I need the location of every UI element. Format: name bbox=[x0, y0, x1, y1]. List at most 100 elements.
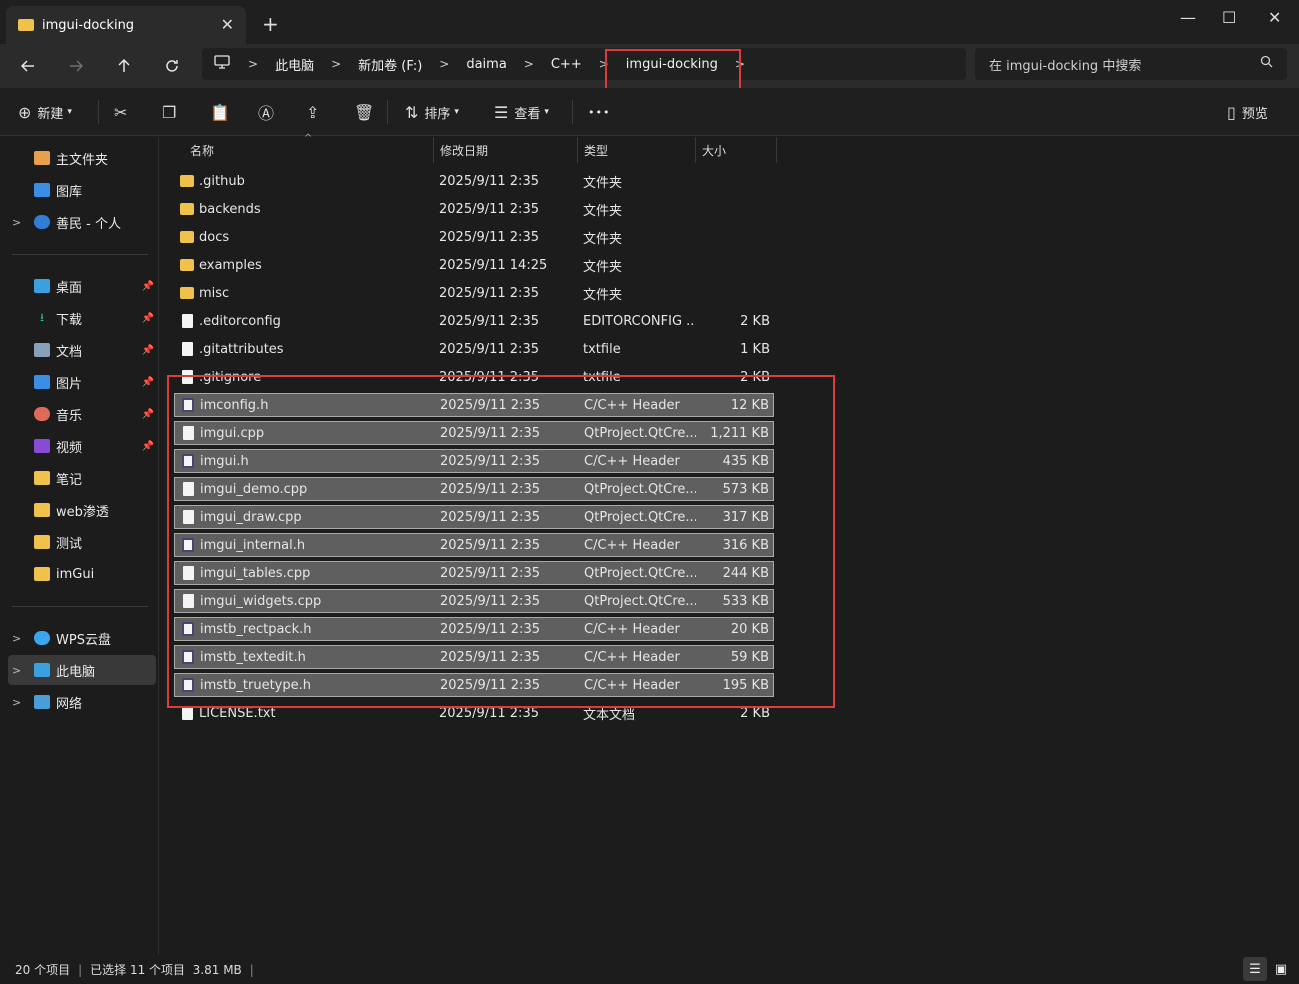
column-header-size[interactable]: 大小 bbox=[696, 137, 777, 163]
file-date: 2025/9/11 2:35 bbox=[439, 313, 539, 329]
folder-row[interactable]: .github 2025/9/11 2:35 文件夹 bbox=[174, 169, 774, 193]
chevron-right-icon[interactable]: > bbox=[12, 632, 21, 645]
preview-label: 预览 bbox=[1241, 106, 1268, 122]
tab-imgui-docking[interactable]: imgui-docking ✕ bbox=[6, 6, 246, 44]
sidebar-item-web-pentest[interactable]: web渗透 bbox=[8, 495, 156, 525]
more-options-button[interactable]: ••• bbox=[588, 100, 610, 124]
sidebar-item-notes[interactable]: 笔记 bbox=[8, 463, 156, 493]
file-name: .gitattributes bbox=[199, 341, 284, 357]
view-list-icon: ☰ bbox=[494, 102, 509, 122]
details-view-button[interactable]: ☰ bbox=[1243, 957, 1267, 981]
minimize-button[interactable]: — bbox=[1180, 8, 1196, 27]
sidebar-item-desktop[interactable]: 桌面 📌 bbox=[8, 271, 156, 301]
breadcrumb-this-pc[interactable]: 此电脑 bbox=[270, 55, 319, 74]
file-size: 2 KB bbox=[740, 313, 770, 329]
tiles-view-button[interactable]: ▣ bbox=[1269, 957, 1293, 981]
videos-icon bbox=[34, 439, 50, 453]
close-tab-icon[interactable]: ✕ bbox=[221, 15, 234, 34]
pin-icon: 📌 bbox=[141, 440, 154, 452]
folder-row[interactable]: examples 2025/9/11 14:25 文件夹 bbox=[174, 253, 774, 277]
copy-button[interactable]: ❐ bbox=[162, 100, 182, 124]
file-date: 2025/9/11 2:35 bbox=[439, 173, 539, 189]
new-tab-button[interactable]: + bbox=[262, 12, 279, 36]
sidebar-item-videos[interactable]: 视频 📌 bbox=[8, 431, 156, 461]
close-window-button[interactable]: ✕ bbox=[1268, 8, 1281, 27]
sidebar-item-label: 网络 bbox=[56, 696, 83, 712]
file-date: 2025/9/11 2:35 bbox=[439, 229, 539, 245]
back-button[interactable] bbox=[16, 54, 40, 78]
maximize-button[interactable]: ☐ bbox=[1222, 8, 1236, 27]
folder-row[interactable]: misc 2025/9/11 2:35 文件夹 bbox=[174, 281, 774, 305]
chevron-right-icon[interactable]: > bbox=[319, 57, 353, 71]
refresh-button[interactable] bbox=[160, 54, 184, 78]
file-icon bbox=[182, 342, 193, 356]
pin-icon: 📌 bbox=[141, 376, 154, 388]
sidebar-item-label: 测试 bbox=[56, 536, 83, 552]
desktop-icon bbox=[34, 279, 50, 293]
file-name: .github bbox=[199, 173, 245, 189]
new-button[interactable]: ⊕ 新建 ▾ bbox=[18, 100, 72, 124]
column-header-name[interactable]: 名称 bbox=[184, 137, 434, 163]
folder-row[interactable]: docs 2025/9/11 2:35 文件夹 bbox=[174, 225, 774, 249]
sidebar-item-imgui[interactable]: imGui bbox=[8, 559, 156, 589]
sidebar-item-documents[interactable]: 文档 📌 bbox=[8, 335, 156, 365]
file-name: .editorconfig bbox=[199, 313, 281, 329]
title-bar: imgui-docking ✕ + — ☐ ✕ bbox=[0, 0, 1299, 44]
folder-row[interactable]: backends 2025/9/11 2:35 文件夹 bbox=[174, 197, 774, 221]
breadcrumb-cpp[interactable]: C++ bbox=[546, 57, 587, 72]
sidebar-item-home[interactable]: 主文件夹 bbox=[8, 143, 156, 173]
view-button[interactable]: ☰ 查看 ▾ bbox=[494, 100, 549, 124]
delete-button[interactable]: 🗑 bbox=[354, 100, 380, 124]
sidebar-item-label: 视频 bbox=[56, 440, 83, 456]
breadcrumb-daima[interactable]: daima bbox=[461, 57, 511, 72]
preview-pane-button[interactable]: ▯ 预览 bbox=[1227, 100, 1268, 124]
file-row[interactable]: .gitattributes 2025/9/11 2:35 txtfile 1 KB bbox=[174, 337, 774, 361]
breadcrumb-drive-f[interactable]: 新加卷 (F:) bbox=[353, 55, 427, 74]
address-bar[interactable]: > 此电脑 > 新加卷 (F:) > daima > C++ > imgui-d… bbox=[202, 48, 966, 80]
chevron-right-icon: > bbox=[248, 57, 259, 71]
sidebar-item-test[interactable]: 测试 bbox=[8, 527, 156, 557]
sidebar-item-wps-cloud[interactable]: > WPS云盘 bbox=[8, 623, 156, 653]
toolbar-divider bbox=[387, 100, 388, 124]
file-size: 1 KB bbox=[740, 341, 770, 357]
sidebar-item-music[interactable]: 音乐 📌 bbox=[8, 399, 156, 429]
chevron-right-icon[interactable]: > bbox=[512, 57, 546, 71]
cut-button[interactable]: ✂ bbox=[114, 100, 133, 124]
sort-button[interactable]: ⇅ 排序 ▾ bbox=[405, 100, 459, 124]
search-box[interactable]: 在 imgui-docking 中搜索 bbox=[975, 48, 1287, 80]
navigation-pane: 主文件夹 图库 > 善民 - 个人 桌面 📌 ⭳ 下载 📌 文档 📌 图片 📌 … bbox=[0, 137, 159, 955]
file-icon bbox=[182, 706, 193, 720]
command-bar: ⊕ 新建 ▾ ✂ ❐ 📋 Ⓐ ⇪ 🗑 ⇅ 排序 ▾ ☰ 查看 ▾ ••• ▯ 预… bbox=[0, 88, 1299, 136]
rename-button[interactable]: Ⓐ bbox=[258, 100, 280, 124]
file-type: 文件夹 bbox=[583, 203, 623, 219]
view-label: 查看 bbox=[514, 106, 541, 122]
file-row[interactable]: .editorconfig 2025/9/11 2:35 EDITORCONFIG … bbox=[174, 309, 774, 333]
sidebar-item-network[interactable]: > 网络 bbox=[8, 687, 156, 717]
paste-button[interactable]: 📋 bbox=[210, 100, 236, 124]
wps-cloud-icon bbox=[34, 631, 50, 645]
sidebar-item-downloads[interactable]: ⭳ 下载 📌 bbox=[8, 303, 156, 333]
up-button[interactable] bbox=[112, 54, 136, 78]
file-type: txtfile bbox=[583, 341, 621, 357]
sidebar-item-this-pc[interactable]: > 此电脑 bbox=[8, 655, 156, 685]
toolbar-divider bbox=[572, 100, 573, 124]
copy-icon: ❐ bbox=[162, 102, 177, 122]
search-icon[interactable] bbox=[1260, 55, 1273, 72]
arrow-up-icon bbox=[118, 58, 130, 72]
sidebar-item-gallery[interactable]: 图库 bbox=[8, 175, 156, 205]
forward-button[interactable] bbox=[64, 54, 88, 78]
column-header-type[interactable]: 类型 bbox=[578, 137, 696, 163]
folder-icon bbox=[34, 471, 50, 485]
chevron-right-icon[interactable]: > bbox=[12, 664, 21, 677]
sidebar-item-pictures[interactable]: 图片 📌 bbox=[8, 367, 156, 397]
chevron-right-icon[interactable]: > bbox=[12, 696, 21, 709]
documents-icon bbox=[34, 343, 50, 357]
sort-label: 排序 bbox=[424, 106, 451, 122]
chevron-right-icon[interactable]: > bbox=[427, 57, 461, 71]
chevron-right-icon[interactable]: > bbox=[12, 216, 21, 229]
share-button[interactable]: ⇪ bbox=[306, 100, 325, 124]
column-header-date[interactable]: 修改日期 bbox=[434, 137, 578, 163]
sidebar-item-onedrive[interactable]: > 善民 - 个人 bbox=[8, 207, 156, 237]
share-icon: ⇪ bbox=[306, 102, 320, 122]
sidebar-item-label: 音乐 bbox=[56, 408, 83, 424]
